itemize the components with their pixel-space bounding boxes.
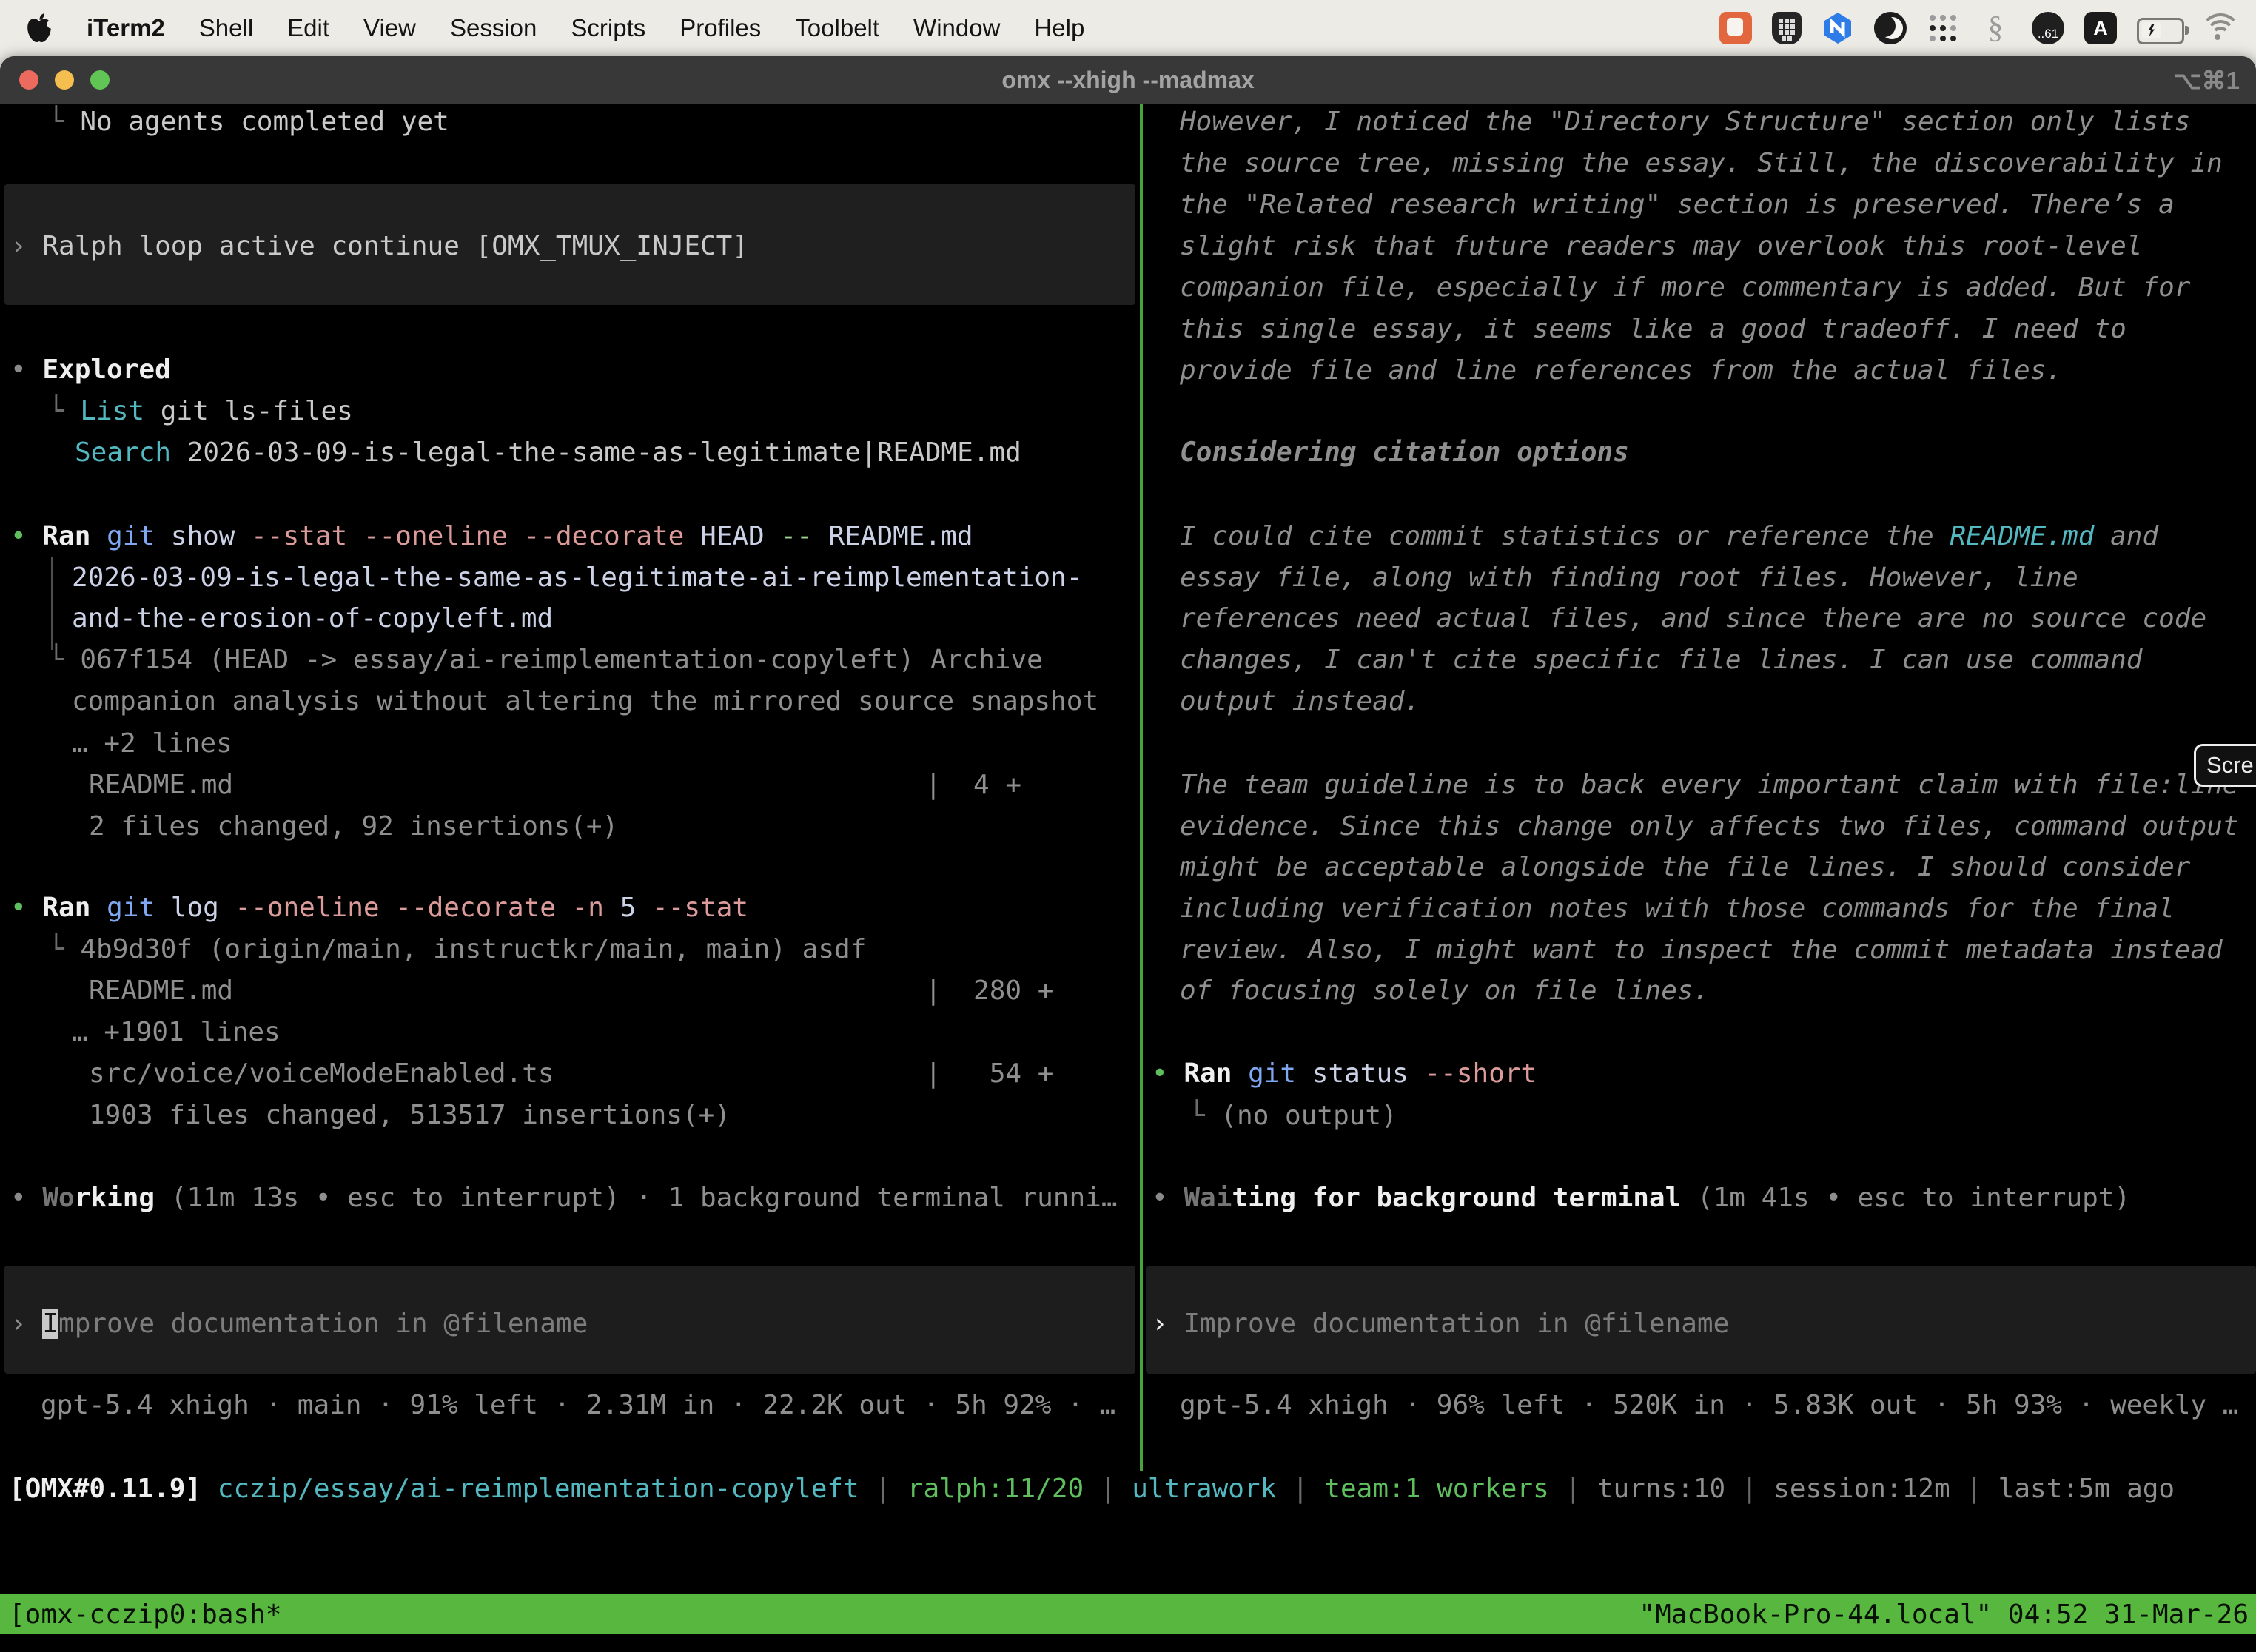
moon-circle-icon[interactable] bbox=[1874, 12, 1907, 44]
terminal-line: └ 067f154 (HEAD -> essay/ai-reimplementa… bbox=[48, 639, 1043, 681]
terminal-line: evidence. Since this change only affects… bbox=[1180, 806, 2238, 847]
ran-git-log-line: • Ran git log --oneline --decorate -n 5 … bbox=[10, 887, 748, 929]
window-titlebar[interactable]: omx --xhigh --madmax ⌥⌘1 bbox=[0, 56, 2256, 104]
terminal-line: └ 4b9d30f (origin/main, instructkr/main,… bbox=[48, 929, 866, 970]
terminal-line: review. Also, I might want to inspect th… bbox=[1180, 930, 2223, 971]
right-prompt-input: › Improve documentation in @filename bbox=[1152, 1303, 1729, 1345]
ran-git-show-line: • Ran git show --stat --oneline --decora… bbox=[10, 516, 973, 557]
terminal-line: might be acceptable alongside the file l… bbox=[1180, 847, 2190, 888]
terminal-line: companion analysis without altering the … bbox=[72, 681, 1098, 722]
terminal-line: slight risk that future readers may over… bbox=[1180, 226, 2142, 267]
terminal-line: provide file and line references from th… bbox=[1180, 350, 2062, 392]
terminal-line: companion file, especially if more comme… bbox=[1180, 267, 2190, 309]
tree-branch-line bbox=[51, 557, 53, 650]
menu-item-window[interactable]: Window bbox=[896, 14, 1017, 42]
battery-charging-icon[interactable] bbox=[2137, 18, 2184, 44]
terminal-line: README.md bbox=[89, 765, 233, 806]
waiting-status-line: • Waiting for background terminal (1m 41… bbox=[1152, 1178, 2130, 1219]
right-session-stats: gpt-5.4 xhigh · 96% left · 520K in · 5.8… bbox=[1180, 1385, 2238, 1426]
menu-item-view[interactable]: View bbox=[346, 14, 433, 42]
explored-heading: • Explored bbox=[10, 349, 171, 391]
keyboard-shield-icon[interactable] bbox=[1772, 12, 1802, 44]
terminal-line: essay file, along with finding root file… bbox=[1180, 557, 2078, 599]
menu-item-iterm2[interactable]: iTerm2 bbox=[70, 14, 182, 42]
iterm-window: omx --xhigh --madmax ⌥⌘1 └ No agents com… bbox=[0, 56, 2256, 1652]
omx-status-line: [OMX#0.11.9] cczip/essay/ai-reimplementa… bbox=[9, 1468, 2175, 1510]
wifi-icon[interactable] bbox=[2204, 12, 2237, 44]
dots-grid-icon[interactable] bbox=[1927, 12, 1959, 44]
screen-overlay-chip[interactable]: Scre bbox=[2194, 744, 2256, 787]
terminal-line: 2026-03-09-is-legal-the-same-as-legitima… bbox=[72, 557, 1082, 599]
thinking-heading: Considering citation options bbox=[1180, 432, 1629, 474]
screenshot-app-icon[interactable] bbox=[1719, 12, 1752, 44]
left-prompt-input: › Improve documentation in @filename bbox=[10, 1303, 588, 1345]
gem-icon[interactable] bbox=[1822, 12, 1854, 44]
terminal-line: this single essay, it seems like a good … bbox=[1180, 309, 2126, 350]
terminal-line: | 54 + bbox=[925, 1053, 1053, 1095]
window-title: omx --xhigh --madmax bbox=[0, 56, 2256, 104]
terminal-line: the "Related research writing" section i… bbox=[1180, 184, 2175, 226]
menu-item-session[interactable]: Session bbox=[433, 14, 554, 42]
terminal-line: 1903 files changed, 513517 insertions(+) bbox=[89, 1095, 731, 1136]
terminal-line: src/voice/voiceModeEnabled.ts bbox=[89, 1053, 554, 1095]
gauge-badge-icon[interactable]: ..61 bbox=[2032, 12, 2064, 44]
a-key-icon[interactable]: A bbox=[2084, 12, 2117, 44]
terminal-line: of focusing solely on file lines. bbox=[1180, 970, 1709, 1012]
terminal-line: … +2 lines bbox=[72, 723, 232, 765]
terminal-line: | 4 + bbox=[925, 765, 1021, 806]
terminal-line: The team guideline is to back every impo… bbox=[1180, 765, 2238, 806]
terminal-line: | 280 + bbox=[925, 970, 1053, 1012]
menu-item-edit[interactable]: Edit bbox=[270, 14, 346, 42]
tmux-host-clock: "MacBook-Pro-44.local" 04:52 31-Mar-26 bbox=[1639, 1599, 2249, 1630]
menu-item-profiles[interactable]: Profiles bbox=[662, 14, 778, 42]
menu-item-scripts[interactable]: Scripts bbox=[554, 14, 662, 42]
terminal-line: references need actual files, and since … bbox=[1180, 598, 2206, 639]
window-shortcut-badge: ⌥⌘1 bbox=[2174, 56, 2240, 104]
menu-item-shell[interactable]: Shell bbox=[182, 14, 270, 42]
tmux-status-bar: [omx-cczip0:bash* "MacBook-Pro-44.local"… bbox=[0, 1594, 2256, 1634]
apple-menu-icon[interactable] bbox=[27, 13, 52, 43]
terminal-line: the source tree, missing the essay. Stil… bbox=[1180, 143, 2223, 184]
terminal-line: output instead. bbox=[1180, 681, 1420, 722]
terminal-line: └ List git ls-files bbox=[48, 391, 353, 432]
menu-bar: iTerm2ShellEditViewSessionScriptsProfile… bbox=[0, 0, 2256, 56]
left-pane[interactable]: └ No agents completed yet › Ralph loop ac… bbox=[0, 104, 1140, 1473]
right-pane[interactable]: However, I noticed the "Directory Struct… bbox=[1143, 104, 2256, 1473]
ralph-banner-line: › Ralph loop active continue [OMX_TMUX_I… bbox=[10, 226, 748, 267]
screen-overlay-label: Scre bbox=[2206, 752, 2254, 779]
terminal-line: README.md bbox=[89, 970, 233, 1012]
ran-git-status-line: • Ran git status --short bbox=[1152, 1053, 1537, 1095]
agents-status-line: └ No agents completed yet bbox=[48, 104, 449, 143]
terminal-line: and-the-erosion-of-copyleft.md bbox=[72, 598, 553, 639]
terminal-line: I could cite commit statistics or refere… bbox=[1180, 516, 2158, 557]
terminal-line: Search 2026-03-09-is-legal-the-same-as-l… bbox=[75, 432, 1021, 474]
terminal-line: 2 files changed, 92 insertions(+) bbox=[89, 806, 618, 847]
menu-item-help[interactable]: Help bbox=[1017, 14, 1101, 42]
hook-icon[interactable]: § bbox=[1979, 12, 2012, 44]
terminal-line: including verification notes with those … bbox=[1180, 888, 2175, 930]
menu-item-toolbelt[interactable]: Toolbelt bbox=[778, 14, 896, 42]
terminal-area: └ No agents completed yet › Ralph loop ac… bbox=[0, 104, 2256, 1652]
terminal-line: changes, I can't cite specific file line… bbox=[1180, 639, 2142, 681]
left-session-stats: gpt-5.4 xhigh · main · 91% left · 2.31M … bbox=[41, 1385, 1115, 1426]
tmux-session-label: [omx-cczip0:bash* bbox=[9, 1599, 281, 1630]
terminal-line: However, I noticed the "Directory Struct… bbox=[1180, 104, 2190, 143]
terminal-line: … +1901 lines bbox=[72, 1012, 281, 1053]
working-status-line: • Working (11m 13s • esc to interrupt) ·… bbox=[10, 1178, 1118, 1219]
terminal-line: └ (no output) bbox=[1189, 1095, 1397, 1137]
